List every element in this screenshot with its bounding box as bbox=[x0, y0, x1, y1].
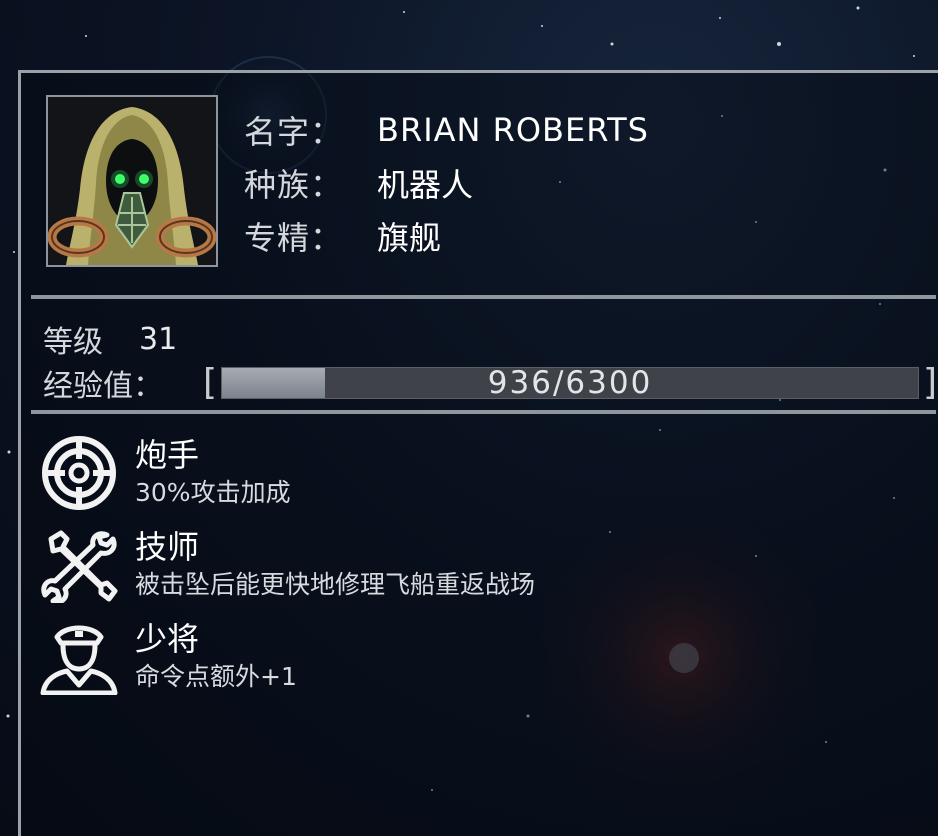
race-label: 种族： bbox=[244, 165, 344, 204]
wrench-screwdriver-icon bbox=[37, 527, 121, 605]
xp-row: 经验值： [ 936/6300 ] bbox=[43, 361, 937, 405]
skill-title: 技师 bbox=[135, 528, 200, 566]
skill-desc: 被击坠后能更快地修理飞船重返战场 bbox=[135, 570, 536, 599]
level-row: 等级 31 bbox=[43, 317, 177, 361]
xp-bracket-right: ] bbox=[923, 362, 938, 403]
specialty-label: 专精： bbox=[244, 218, 344, 257]
skill-title: 少将 bbox=[135, 620, 200, 658]
skill-rear-admiral: 少将 命令点额外+1 bbox=[37, 619, 297, 696]
crosshair-icon bbox=[37, 435, 121, 511]
race-row: 种族： 机器人 bbox=[244, 156, 649, 209]
xp-progress-text: 936/6300 bbox=[487, 365, 653, 401]
hooded-robot-avatar bbox=[48, 97, 216, 265]
xp-progress-bar: 936/6300 bbox=[221, 365, 920, 401]
specialty-value: 旗舰 bbox=[377, 218, 442, 257]
divider-top bbox=[31, 295, 936, 299]
skill-title: 炮手 bbox=[135, 436, 200, 474]
officer-icon bbox=[37, 619, 121, 696]
skill-desc: 30%攻击加成 bbox=[135, 478, 291, 507]
divider-bottom bbox=[31, 410, 936, 414]
name-label: 名字： bbox=[244, 112, 344, 151]
level-label: 等级 bbox=[43, 325, 103, 360]
xp-label: 经验值： bbox=[43, 369, 163, 404]
character-portrait bbox=[46, 95, 218, 267]
character-info: 名字： BRIAN ROBERTS 种族： 机器人 专精： 旗舰 bbox=[244, 103, 649, 262]
name-value: BRIAN ROBERTS bbox=[377, 110, 649, 149]
skill-desc: 命令点额外+1 bbox=[135, 662, 297, 691]
skill-technician: 技师 被击坠后能更快地修理飞船重返战场 bbox=[37, 527, 536, 605]
character-panel: 名字： BRIAN ROBERTS 种族： 机器人 专精： 旗舰 等级 31 经… bbox=[18, 70, 938, 836]
xp-bracket-left: [ bbox=[203, 362, 218, 403]
level-value: 31 bbox=[139, 321, 178, 357]
race-value: 机器人 bbox=[377, 165, 474, 204]
specialty-row: 专精： 旗舰 bbox=[244, 209, 649, 262]
skill-gunner: 炮手 30%攻击加成 bbox=[37, 435, 291, 511]
name-row: 名字： BRIAN ROBERTS bbox=[244, 103, 649, 156]
